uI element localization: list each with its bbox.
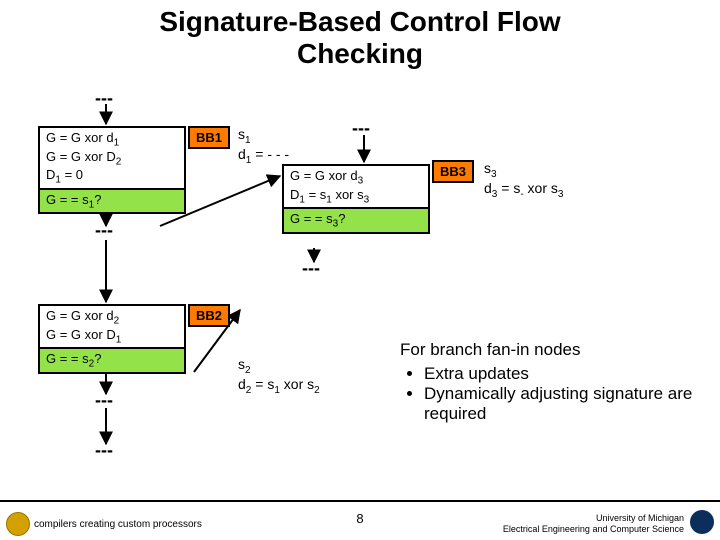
- brand-block: compilers creating custom processors: [6, 512, 202, 536]
- bb2-check: G = = s2?: [40, 349, 184, 372]
- bb1-check: G = = s1?: [40, 190, 184, 213]
- footer: compilers creating custom processors 8 U…: [0, 500, 720, 540]
- title-line2: Checking: [297, 38, 423, 69]
- dash-bot-bb3: ---: [302, 258, 320, 279]
- dash-top-bb1: ---: [95, 88, 113, 109]
- bb1-tag: BB1: [188, 126, 230, 149]
- brand-logo-icon: [6, 512, 30, 536]
- notes-header: For branch fan-in nodes: [400, 340, 700, 360]
- dash-mid-bb2: ---: [95, 390, 113, 411]
- brand-text: compilers creating custom processors: [34, 519, 202, 530]
- bb2-tag: BB2: [188, 304, 230, 327]
- title-line1: Signature-Based Control Flow: [159, 6, 560, 37]
- page-number: 8: [356, 511, 363, 526]
- node-bb3: G = G xor d3 D1 = s1 xor s3 G = = s3?: [282, 164, 430, 234]
- bb3-body: G = G xor d3 D1 = s1 xor s3: [284, 166, 428, 209]
- node-bb1: G = G xor d1 G = G xor D2 D1 = 0 G = = s…: [38, 126, 186, 214]
- bb2-body: G = G xor d2 G = G xor D1: [40, 306, 184, 349]
- bb3-meta: s3 d3 = s- xor s3: [484, 160, 563, 200]
- bb1-meta: s1 d1 = - - -: [238, 126, 289, 166]
- dash-bot-bb2: ---: [95, 440, 113, 461]
- node-bb2: G = G xor d2 G = G xor D1 G = = s2?: [38, 304, 186, 374]
- university-seal-icon: [690, 510, 714, 534]
- slide-title: Signature-Based Control Flow Checking: [0, 6, 720, 70]
- university-line1: University of Michigan: [503, 513, 684, 523]
- dash-mid-bb1: ---: [95, 220, 113, 241]
- notes-bullet-2: Dynamically adjusting signature are requ…: [424, 384, 700, 424]
- notes-block: For branch fan-in nodes Extra updates Dy…: [400, 340, 700, 424]
- bb2-meta: s2 d2 = s1 xor s2: [238, 356, 320, 396]
- bb3-tag: BB3: [432, 160, 474, 183]
- dash-top-bb3: ---: [352, 118, 370, 139]
- notes-bullet-1: Extra updates: [424, 364, 700, 384]
- university-block: University of Michigan Electrical Engine…: [503, 513, 684, 534]
- university-line2: Electrical Engineering and Computer Scie…: [503, 524, 684, 534]
- bb1-body: G = G xor d1 G = G xor D2 D1 = 0: [40, 128, 184, 190]
- bb3-check: G = = s3?: [284, 209, 428, 232]
